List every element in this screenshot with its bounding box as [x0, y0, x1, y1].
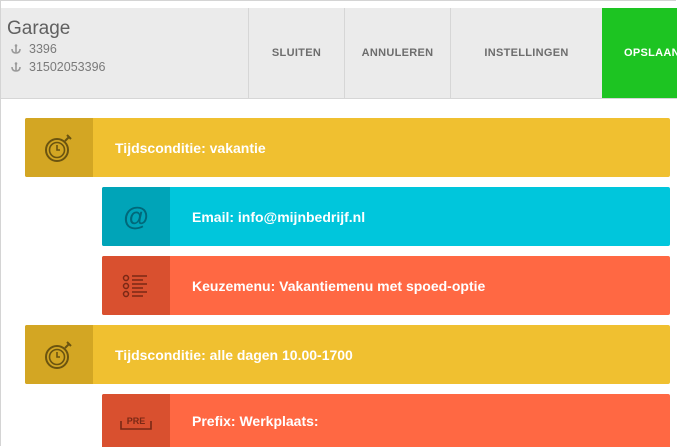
at-sign-icon: @	[102, 187, 170, 246]
time-condition-block[interactable]: Tijdsconditie: alle dagen 10.00-1700	[25, 325, 670, 384]
block-label: Tijdsconditie: vakantie	[115, 139, 266, 156]
header-bar: Garage 3396 31502053396 SLUITEN ANNULERE…	[1, 8, 677, 99]
number-short: 3396	[29, 42, 57, 56]
prefix-block[interactable]: PRE Prefix: Werkplaats:	[102, 394, 670, 447]
block-label: Keuzemenu: Vakantiemenu met spoed-optie	[192, 277, 486, 294]
number-full: 31502053396	[29, 60, 106, 74]
page-title: Garage	[7, 18, 71, 39]
svg-text:@: @	[123, 201, 148, 231]
header-info: Garage 3396 31502053396	[7, 18, 105, 76]
email-block[interactable]: @ Email: info@mijnbedrijf.nl	[102, 187, 670, 246]
prefix-icon-text: PRE	[127, 416, 146, 426]
number-full-line: 31502053396	[7, 59, 105, 76]
phone-anchor-icon	[11, 62, 21, 72]
close-button[interactable]: SLUITEN	[248, 8, 344, 98]
number-short-line: 3396	[7, 41, 105, 58]
settings-button[interactable]: INSTELLINGEN	[450, 8, 602, 98]
stopwatch-icon	[25, 118, 93, 177]
stopwatch-icon	[25, 325, 93, 384]
phone-anchor-icon	[11, 44, 21, 54]
block-label: Email: info@mijnbedrijf.nl	[192, 208, 366, 225]
prefix-icon: PRE	[102, 394, 170, 447]
block-label: Prefix: Werkplaats:	[192, 412, 319, 429]
menu-list-icon	[102, 256, 170, 315]
save-button[interactable]: OPSLAAN	[602, 8, 677, 98]
block-label: Tijdsconditie: alle dagen 10.00-1700	[115, 346, 353, 363]
cancel-button[interactable]: ANNULEREN	[344, 8, 450, 98]
menu-block[interactable]: Keuzemenu: Vakantiemenu met spoed-optie	[102, 256, 670, 315]
time-condition-block[interactable]: Tijdsconditie: vakantie	[25, 118, 670, 177]
